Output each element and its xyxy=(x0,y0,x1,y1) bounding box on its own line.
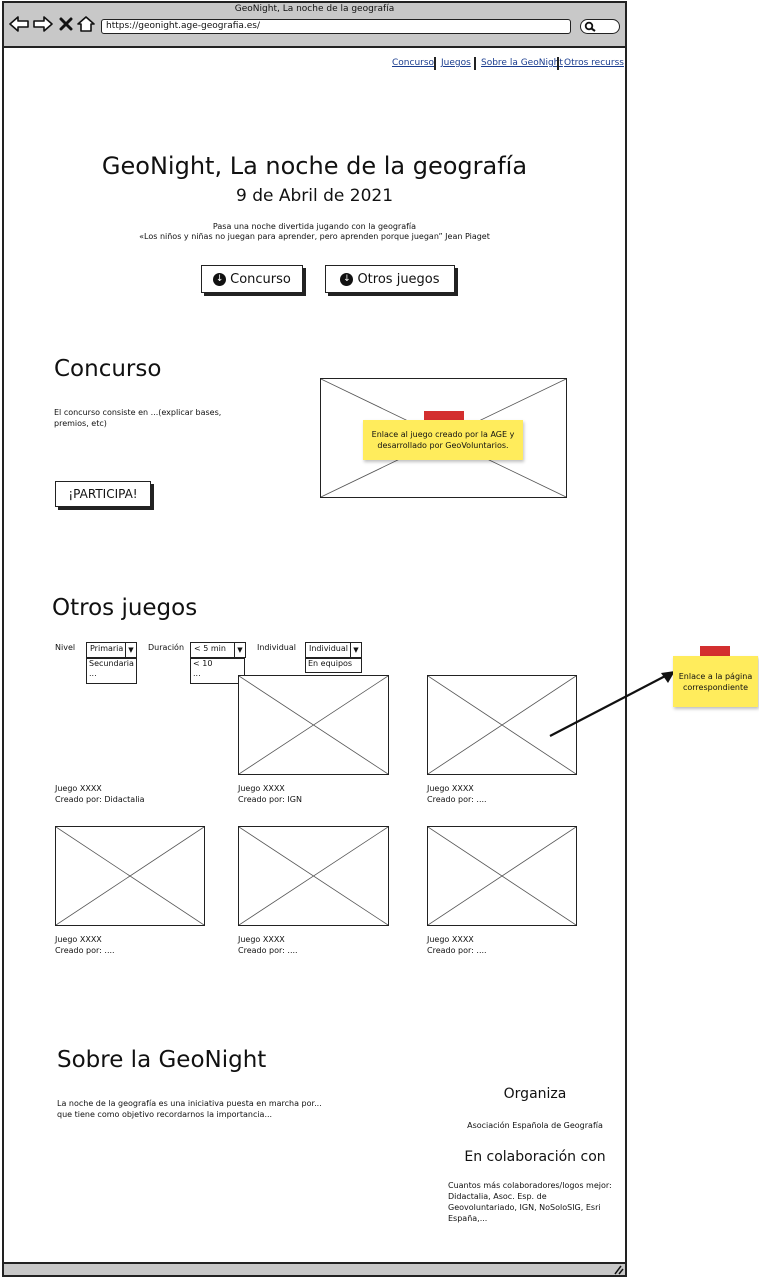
individual-label: Individual xyxy=(257,643,296,652)
participa-button[interactable]: ¡PARTICIPA! xyxy=(55,481,151,507)
search-icon xyxy=(584,21,596,32)
game-author: Creado por: IGN xyxy=(238,795,302,804)
event-date: 9 de Abril de 2021 xyxy=(235,186,394,206)
game-title[interactable]: Juego XXXX xyxy=(238,783,285,794)
nav-juegos[interactable]: Juegos xyxy=(441,58,471,68)
duracion-selected: < 5 min xyxy=(194,644,226,653)
nivel-select[interactable]: Primaria ▼ xyxy=(86,642,137,658)
concurso-button-label: Concurso xyxy=(230,271,291,287)
annotation-note: Enlace a la página correspondiente xyxy=(673,656,758,707)
game-thumbnail[interactable] xyxy=(238,826,389,926)
browser-status-bar xyxy=(2,1262,627,1277)
arrow-down-circle-icon: ↓ xyxy=(213,272,227,286)
sticky-note: Enlace al juego creado por la AGE y desa… xyxy=(363,420,523,460)
game-author: Creado por: .... xyxy=(427,795,487,804)
game-title[interactable]: Juego XXXX xyxy=(427,783,474,794)
chevron-down-icon: ▼ xyxy=(350,643,361,657)
game-thumbnail[interactable] xyxy=(55,826,205,926)
nivel-label: Nivel xyxy=(55,643,76,652)
nav-concurso[interactable]: Concurso xyxy=(392,58,434,68)
back-arrow-icon[interactable] xyxy=(9,14,29,34)
nivel-dropdown: Secundaria ... xyxy=(86,658,137,684)
concurso-heading: Concurso xyxy=(54,356,162,382)
individual-select[interactable]: Individual ▼ xyxy=(305,642,362,658)
organiza-heading: Organiza xyxy=(503,1086,567,1102)
duracion-option[interactable]: ... xyxy=(193,669,244,679)
sobre-text: La noche de la geografía es una iniciati… xyxy=(57,1099,322,1119)
hero-subtitle: Pasa una noche divertida jugando con la … xyxy=(212,222,417,231)
nivel-selected: Primaria xyxy=(90,644,124,653)
hero-quote: «Los niños y niñas no juegan para aprend… xyxy=(139,232,490,241)
colaboracion-text: Cuantos más colaboradores/logos mejor: D… xyxy=(448,1181,612,1223)
game-thumbnail[interactable] xyxy=(238,675,389,775)
page-title: GeoNight, La noche de la geografía xyxy=(101,152,528,180)
game-author: Creado por: .... xyxy=(238,946,298,955)
resize-grip-icon[interactable] xyxy=(612,1265,624,1278)
concurso-description: El concurso consiste en ...(explicar bas… xyxy=(54,408,222,428)
nivel-option[interactable]: ... xyxy=(89,669,136,679)
otros-juegos-heading: Otros juegos xyxy=(52,595,198,621)
game-title[interactable]: Juego XXXX xyxy=(55,783,102,794)
game-author: Creado por: .... xyxy=(55,946,115,955)
nivel-option[interactable]: Secundaria xyxy=(89,659,136,669)
nav-divider xyxy=(557,57,559,70)
nav-otros-recursos[interactable]: Otros recurss xyxy=(564,58,624,68)
chevron-down-icon: ▼ xyxy=(234,643,245,657)
forward-arrow-icon[interactable] xyxy=(33,14,53,34)
otros-juegos-button-label: Otros juegos xyxy=(357,271,440,287)
url-input[interactable]: https://geonight.age-geografia.es/ xyxy=(101,19,571,34)
window-title: GeoNight, La noche de la geografía xyxy=(234,4,395,14)
home-icon[interactable] xyxy=(76,14,96,34)
individual-dropdown: En equipos xyxy=(305,658,362,673)
chevron-down-icon: ▼ xyxy=(125,643,136,657)
arrow-down-circle-icon: ↓ xyxy=(340,272,354,286)
duracion-option[interactable]: < 10 xyxy=(193,659,244,669)
individual-option[interactable]: En equipos xyxy=(308,659,361,669)
duracion-dropdown: < 10 ... xyxy=(190,658,245,684)
game-author: Creado por: Didactalia xyxy=(55,795,145,804)
game-title[interactable]: Juego XXXX xyxy=(427,934,474,945)
game-thumbnail[interactable] xyxy=(427,826,577,926)
close-icon[interactable] xyxy=(56,14,76,34)
game-title[interactable]: Juego XXXX xyxy=(238,934,285,945)
duracion-select[interactable]: < 5 min ▼ xyxy=(190,642,246,658)
annotation-arrow-icon xyxy=(549,671,675,737)
game-title[interactable]: Juego XXXX xyxy=(55,934,102,945)
nav-sobre[interactable]: Sobre la GeoNight xyxy=(481,58,563,68)
colaboracion-heading: En colaboración con xyxy=(464,1149,606,1165)
duracion-label: Duración xyxy=(148,643,185,652)
browser-search-input[interactable] xyxy=(580,19,620,34)
otros-juegos-button[interactable]: ↓ Otros juegos xyxy=(325,265,455,293)
individual-selected: Individual xyxy=(309,644,348,653)
game-author: Creado por: .... xyxy=(427,946,487,955)
organiza-name: Asociación Española de Geografía xyxy=(467,1121,603,1130)
nav-divider xyxy=(474,57,476,70)
nav-divider xyxy=(434,57,436,70)
sobre-heading: Sobre la GeoNight xyxy=(57,1047,267,1073)
concurso-button[interactable]: ↓ Concurso xyxy=(201,265,303,293)
